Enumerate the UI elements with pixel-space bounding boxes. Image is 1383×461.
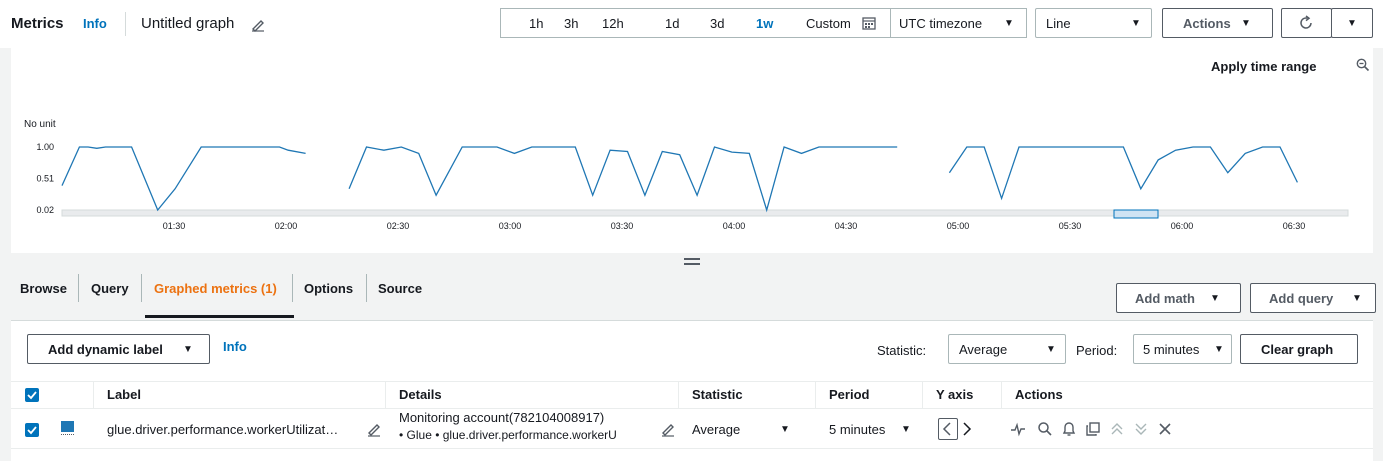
column-separator [922,381,923,409]
tab-separator [292,274,293,302]
y-unit-label: No unit [24,119,56,130]
alarm-bell-icon[interactable] [1061,421,1077,440]
x-tick-label: 04:30 [835,221,858,231]
tab-options[interactable]: Options [304,281,353,296]
scrubber-handle [1113,209,1159,219]
tab-graphed-metrics[interactable]: Graphed metrics (1) [154,281,277,296]
row-divider [11,448,1373,449]
series-line [348,146,898,213]
add-dynamic-label-button[interactable]: Add dynamic label ▼ [27,334,210,364]
column-header-y-axis[interactable]: Y axis [936,387,973,402]
y-tick-label: 1.00 [36,142,54,152]
series-line [948,146,1298,201]
x-tick-label: 06:00 [1171,221,1194,231]
clear-graph-label: Clear graph [1261,342,1334,357]
column-separator [93,381,94,409]
row-statistic-select[interactable]: Average [692,422,740,437]
add-math-label: Add math [1135,291,1195,306]
select-all-checkbox[interactable] [25,388,39,402]
chevron-down-icon: ▼ [183,344,193,355]
chevron-down-icon: ▼ [1046,344,1056,355]
column-header-label[interactable]: Label [107,387,141,402]
anomaly-detection-icon[interactable] [1010,421,1026,440]
period-value: 5 minutes [1143,342,1200,357]
x-tick-label: 03:30 [611,221,634,231]
column-header-period[interactable]: Period [829,387,869,402]
add-dynamic-label-text: Add dynamic label [48,342,163,357]
y-tick-label: 0.51 [36,174,54,184]
duplicate-icon[interactable] [1085,421,1101,440]
x-tick-label: 02:30 [387,221,410,231]
chevron-down-icon: ▼ [1210,293,1220,304]
chevron-down-icon[interactable]: ▼ [780,424,790,435]
chevron-down-icon[interactable]: ▼ [901,424,911,435]
column-header-statistic[interactable]: Statistic [692,387,743,402]
chevron-down-icon: ▼ [1214,344,1224,355]
active-tab-indicator [145,315,294,318]
dynamic-label-info-link[interactable]: Info [223,339,247,354]
tab-separator [366,274,367,302]
x-tick-label: 06:30 [1283,221,1306,231]
column-separator [1001,381,1002,409]
y-tick-label: 0.02 [36,205,54,215]
column-separator [815,381,816,409]
edit-pencil-icon[interactable] [660,421,676,440]
statistic-select[interactable]: Average ▼ [948,334,1066,364]
column-separator [385,381,386,409]
clear-graph-button[interactable]: Clear graph [1240,334,1358,364]
line-style-icon [61,434,74,435]
edit-pencil-icon[interactable] [366,421,382,440]
metric-details-line2: • Glue • glue.driver.performance.workerU [399,428,617,442]
period-select[interactable]: 5 minutes ▼ [1133,334,1232,364]
search-icon[interactable] [1037,421,1053,440]
statistic-label: Statistic: [877,343,927,358]
period-label: Period: [1076,343,1118,358]
resize-handle-bottom[interactable] [684,263,700,265]
metric-details-line1: Monitoring account(782104008917) [399,410,605,425]
x-tick-label: 04:00 [723,221,746,231]
metric-label[interactable]: glue.driver.performance.workerUtilizat… [107,422,338,437]
tab-query[interactable]: Query [91,281,129,296]
x-tick-label: 05:00 [947,221,970,231]
move-up-icon[interactable] [1109,421,1125,440]
column-header-details[interactable]: Details [399,387,442,402]
add-query-label: Add query [1269,291,1334,306]
chevron-right-icon[interactable] [960,419,974,442]
x-tick-label: 03:00 [499,221,522,231]
tab-separator [141,274,142,302]
statistic-value: Average [959,342,1008,357]
chevron-left-icon [942,422,951,436]
tab-separator [78,274,79,302]
close-icon[interactable] [1157,421,1173,440]
series-line [61,146,306,212]
move-down-icon[interactable] [1133,421,1149,440]
resize-handle-top[interactable] [684,258,700,260]
tab-browse[interactable]: Browse [20,281,67,296]
column-header-actions[interactable]: Actions [1015,387,1063,402]
row-period-select[interactable]: 5 minutes [829,422,885,437]
x-tick-label: 05:30 [1059,221,1082,231]
series-color-swatch[interactable] [61,421,74,432]
tab-source[interactable]: Source [378,281,422,296]
chevron-down-icon: ▼ [1352,293,1362,304]
y-axis-left-button[interactable] [938,418,958,440]
x-tick-label: 02:00 [275,221,298,231]
add-math-button[interactable]: Add math ▼ [1116,283,1241,313]
row-checkbox[interactable] [25,423,39,437]
line-chart[interactable]: No unit 1.00 0.51 0.02 01:30 02:00 02:30 03:0… [0,0,1383,250]
add-query-button[interactable]: Add query ▼ [1250,283,1376,313]
x-tick-label: 01:30 [163,221,186,231]
column-separator [678,381,679,409]
